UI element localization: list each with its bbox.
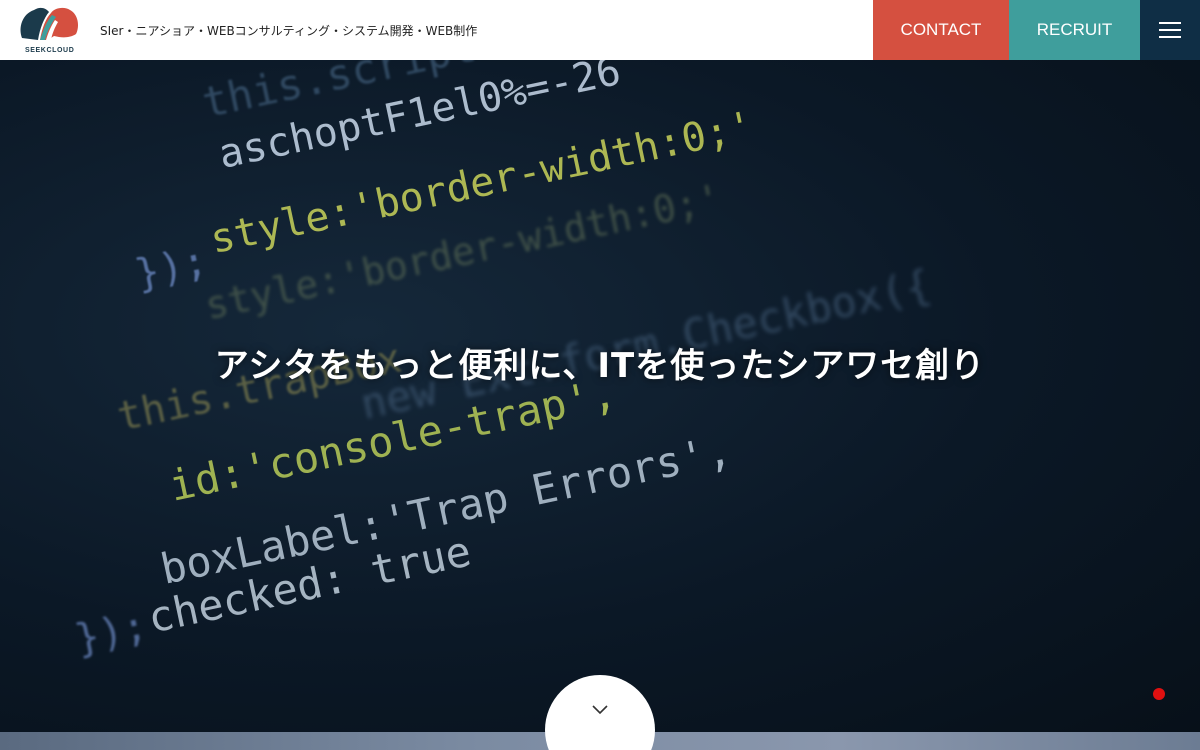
- logo[interactable]: SEEKCLOUD: [0, 0, 100, 60]
- code-line: });: [131, 237, 212, 299]
- hamburger-menu-icon[interactable]: [1140, 0, 1200, 60]
- hero-title: アシタをもっと便利に、ITを使ったシアワセ創り: [214, 346, 986, 386]
- code-line: });: [71, 602, 152, 664]
- contact-button[interactable]: CONTACT: [873, 0, 1009, 60]
- logo-text: SEEKCLOUD: [25, 47, 75, 54]
- chevron-down-icon: [592, 705, 608, 715]
- menu-bar: [1159, 29, 1181, 31]
- site-header: SEEKCLOUD SIer・ニアショア・WEBコンサルティング・システム開発・…: [0, 0, 1200, 60]
- status-dot: [1153, 688, 1165, 700]
- seekcloud-logo-icon: [20, 7, 78, 41]
- hero-section: this.script aschoptF1el0%=-26 style:'bor…: [0, 60, 1200, 732]
- site-tagline: SIer・ニアショア・WEBコンサルティング・システム開発・WEB制作: [100, 23, 478, 38]
- recruit-button[interactable]: RECRUIT: [1009, 0, 1140, 60]
- menu-bar: [1159, 22, 1181, 24]
- menu-bar: [1159, 36, 1181, 38]
